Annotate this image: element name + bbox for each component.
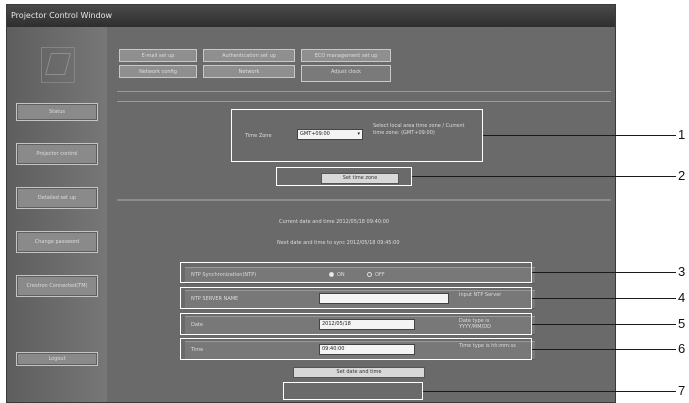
projector-logo-icon: [41, 47, 75, 83]
window-title: Projector Control Window: [7, 5, 615, 27]
callout-box-5: [180, 313, 532, 335]
tab-email-setup[interactable]: E-mail set up: [119, 49, 197, 62]
callout-box-2: [276, 167, 412, 186]
callout-number-4: 4: [678, 290, 686, 305]
sidebar-item-change-password[interactable]: Change password: [16, 231, 98, 253]
tab-network[interactable]: Network: [203, 65, 295, 78]
divider: [117, 199, 611, 201]
callout-number-3: 3: [678, 264, 686, 279]
callout-number-5: 5: [678, 316, 686, 331]
callout-number-7: 7: [678, 383, 686, 398]
tab-authentication-setup[interactable]: Authentication set up: [203, 49, 295, 62]
callout-box-4: [180, 287, 532, 309]
leader-line-7: [423, 391, 676, 392]
leader-line-2: [412, 176, 676, 177]
current-date-text: Current date and time 2012/05/18 09:40:0…: [279, 219, 389, 225]
leader-line-6: [532, 349, 676, 350]
sidebar: Status Projector control Detailed set up…: [7, 27, 107, 402]
leader-line-4: [532, 298, 676, 299]
leader-line-1: [483, 135, 676, 136]
sidebar-item-projector-control[interactable]: Projector control: [16, 143, 98, 165]
divider: [117, 101, 611, 102]
set-datetime-button[interactable]: Set date and time: [293, 367, 425, 378]
tab-network-config[interactable]: Network config: [119, 65, 197, 78]
tab-adjust-clock[interactable]: Adjust clock: [301, 65, 391, 82]
divider: [117, 91, 611, 92]
sidebar-item-crestron[interactable]: Crestron Connected(TM): [16, 275, 98, 297]
callout-number-6: 6: [678, 341, 686, 356]
next-sync-text: Next date and time to sync 2012/05/18 09…: [277, 240, 400, 246]
callout-box-7: [283, 382, 423, 400]
callout-box-6: [180, 338, 532, 360]
callout-box-1: [231, 109, 483, 162]
sidebar-item-status[interactable]: Status: [16, 103, 98, 121]
leader-line-3: [532, 272, 676, 273]
sidebar-item-detailed-setup[interactable]: Detailed set up: [16, 187, 98, 209]
sidebar-item-logout[interactable]: Logout: [16, 352, 98, 366]
callout-number-2: 2: [678, 168, 686, 183]
callout-number-1: 1: [678, 127, 686, 142]
tab-eco-management[interactable]: ECO management set up: [301, 49, 391, 62]
leader-line-5: [532, 324, 676, 325]
callout-box-3: [180, 262, 532, 283]
